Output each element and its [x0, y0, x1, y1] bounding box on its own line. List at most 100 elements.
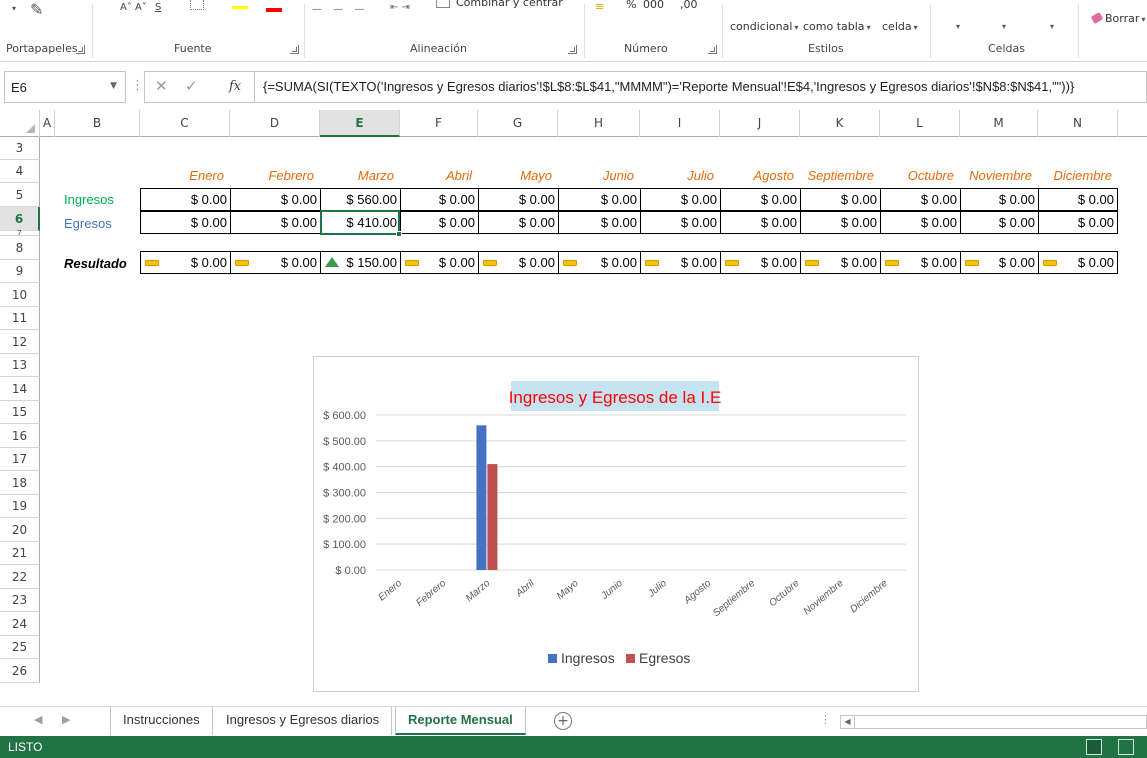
row-header-18[interactable]: 18 [0, 471, 40, 495]
column-header-d[interactable]: D [230, 110, 320, 137]
month-header-julio[interactable]: Julio [640, 168, 714, 186]
egresos-cell-mayo[interactable]: $ 0.00 [478, 211, 558, 234]
resultado-cell-diciembre[interactable]: $ 0.00 [1038, 251, 1118, 274]
column-header-f[interactable]: F [400, 110, 478, 137]
indent-icon[interactable]: ⇤ ⇥ [390, 2, 410, 13]
egresos-cell-abril[interactable]: $ 0.00 [400, 211, 478, 234]
number-launcher-icon[interactable] [708, 45, 717, 54]
ingresos-cell-abril[interactable]: $ 0.00 [400, 188, 478, 211]
next-sheet-icon[interactable]: ▶ [62, 713, 70, 726]
resultado-cell-julio[interactable]: $ 0.00 [640, 251, 720, 274]
egresos-cell-junio[interactable]: $ 0.00 [558, 211, 640, 234]
egresos-cell-marzo[interactable]: $ 410.00 [320, 211, 400, 234]
conditional-format-button[interactable]: condicional ▾ [730, 20, 798, 33]
resultado-cell-agosto[interactable]: $ 0.00 [720, 251, 800, 274]
row-header-25[interactable]: 25 [0, 636, 40, 659]
resultado-cell-mayo[interactable]: $ 0.00 [478, 251, 558, 274]
row-header-13[interactable]: 13 [0, 354, 40, 377]
prev-sheet-icon[interactable]: ◀ [34, 713, 42, 726]
month-header-abril[interactable]: Abril [400, 168, 472, 186]
column-header-g[interactable]: G [478, 110, 558, 137]
resultado-cell-abril[interactable]: $ 0.00 [400, 251, 478, 274]
month-header-septiembre[interactable]: Septiembre [800, 168, 874, 186]
column-header-l[interactable]: L [880, 110, 960, 137]
ingresos-cell-enero[interactable]: $ 0.00 [140, 188, 230, 211]
row-header-10[interactable]: 10 [0, 283, 40, 307]
row-header-16[interactable]: 16 [0, 424, 40, 448]
month-header-junio[interactable]: Junio [558, 168, 634, 186]
row-header-11[interactable]: 11 [0, 307, 40, 330]
thousands-separator-button[interactable]: 000 [643, 0, 664, 11]
percent-button[interactable]: % [626, 0, 636, 11]
egresos-cell-septiembre[interactable]: $ 0.00 [800, 211, 880, 234]
normal-view-icon[interactable] [1086, 739, 1102, 755]
egresos-cell-octubre[interactable]: $ 0.00 [880, 211, 960, 234]
accounting-format-icon[interactable]: ≡ [595, 0, 604, 13]
sheet-tab-reporte-mensual[interactable]: Reporte Mensual [395, 707, 526, 735]
row-header-24[interactable]: 24 [0, 612, 40, 636]
border-icon[interactable] [190, 0, 204, 10]
ingresos-cell-febrero[interactable]: $ 0.00 [230, 188, 320, 211]
clipboard-launcher-icon[interactable] [76, 45, 85, 54]
ingresos-cell-agosto[interactable]: $ 0.00 [720, 188, 800, 211]
resultado-cell-marzo[interactable]: $ 150.00 [320, 251, 400, 274]
row-header-26[interactable]: 26 [0, 659, 40, 683]
merge-center-button[interactable]: Combinar y centrar [456, 0, 563, 9]
sheet-tab-instrucciones[interactable]: Instrucciones [110, 707, 213, 735]
formula-input[interactable]: {=SUMA(SI(TEXTO('Ingresos y Egresos diar… [254, 71, 1147, 103]
label-egresos[interactable]: Egresos [64, 216, 112, 231]
font-size-buttons[interactable]: A˄ A˅ [120, 2, 147, 13]
ingresos-cell-julio[interactable]: $ 0.00 [640, 188, 720, 211]
formula-bar-resize-handle[interactable]: ⋮ [131, 78, 144, 93]
resultado-cell-octubre[interactable]: $ 0.00 [880, 251, 960, 274]
column-header-c[interactable]: C [140, 110, 230, 137]
label-ingresos[interactable]: Ingresos [64, 192, 114, 207]
column-header-k[interactable]: K [800, 110, 880, 137]
row-header-6[interactable]: 6 [0, 207, 40, 231]
sheet-tab-ingresos-egresos-diarios[interactable]: Ingresos y Egresos diarios [214, 707, 393, 735]
month-header-noviembre[interactable]: Noviembre [960, 168, 1032, 186]
resultado-cell-enero[interactable]: $ 0.00 [140, 251, 230, 274]
insert-function-icon[interactable]: fx [229, 79, 241, 94]
row-header-15[interactable]: 15 [0, 401, 40, 424]
tab-scroll-split-handle[interactable]: ⋮ [820, 713, 831, 726]
egresos-cell-enero[interactable]: $ 0.00 [140, 211, 230, 234]
page-layout-view-icon[interactable] [1118, 739, 1134, 755]
row-header-5[interactable]: 5 [0, 183, 40, 207]
row-header-4[interactable]: 4 [0, 160, 40, 183]
ingresos-cell-diciembre[interactable]: $ 0.00 [1038, 188, 1118, 211]
month-header-mayo[interactable]: Mayo [478, 168, 552, 186]
column-header-h[interactable]: H [558, 110, 640, 137]
label-resultado[interactable]: Resultado [64, 256, 127, 271]
column-header-m[interactable]: M [960, 110, 1038, 137]
select-all-corner[interactable] [0, 110, 40, 137]
scroll-left-icon[interactable]: ◀ [841, 716, 855, 728]
row-header-22[interactable]: 22 [0, 565, 40, 589]
clear-button[interactable]: Borrar ▾ [1090, 12, 1145, 25]
chart[interactable]: Ingresos y Egresos de la I.E $ 0.00 $ 100.… [313, 356, 919, 692]
ingresos-cell-noviembre[interactable]: $ 0.00 [960, 188, 1038, 211]
month-header-febrero[interactable]: Febrero [230, 168, 314, 186]
row-header-21[interactable]: 21 [0, 542, 40, 565]
month-header-agosto[interactable]: Agosto [720, 168, 794, 186]
align-lines-icon[interactable]: — — — [312, 4, 368, 15]
chevron-down-icon[interactable]: ▼ [110, 81, 117, 91]
merge-center-icon[interactable] [436, 0, 450, 8]
row-header-12[interactable]: 12 [0, 330, 40, 354]
egresos-cell-febrero[interactable]: $ 0.00 [230, 211, 320, 234]
paste-dropdown-caret[interactable]: ▾ [12, 4, 16, 13]
resultado-cell-noviembre[interactable]: $ 0.00 [960, 251, 1038, 274]
underline-icon[interactable]: S [155, 2, 161, 13]
check-icon[interactable]: ✓ [185, 77, 198, 95]
column-header-n[interactable]: N [1038, 110, 1118, 137]
row-header-17[interactable]: 17 [0, 448, 40, 471]
column-header-a[interactable]: A [40, 110, 55, 137]
ingresos-cell-septiembre[interactable]: $ 0.00 [800, 188, 880, 211]
row-header-20[interactable]: 20 [0, 518, 40, 542]
insert-cells-caret[interactable]: ▾ [956, 22, 960, 31]
cancel-icon[interactable]: ✕ [155, 77, 168, 95]
row-header-23[interactable]: 23 [0, 589, 40, 612]
format-cells-caret[interactable]: ▾ [1050, 22, 1054, 31]
spreadsheet-grid[interactable]: ABCDEFGHIJKLMN 3 4 5 6 7 8 9 10 11 12 13 14 15 16 17 18… [0, 110, 1147, 706]
name-box[interactable]: E6 ▼ [4, 71, 126, 103]
